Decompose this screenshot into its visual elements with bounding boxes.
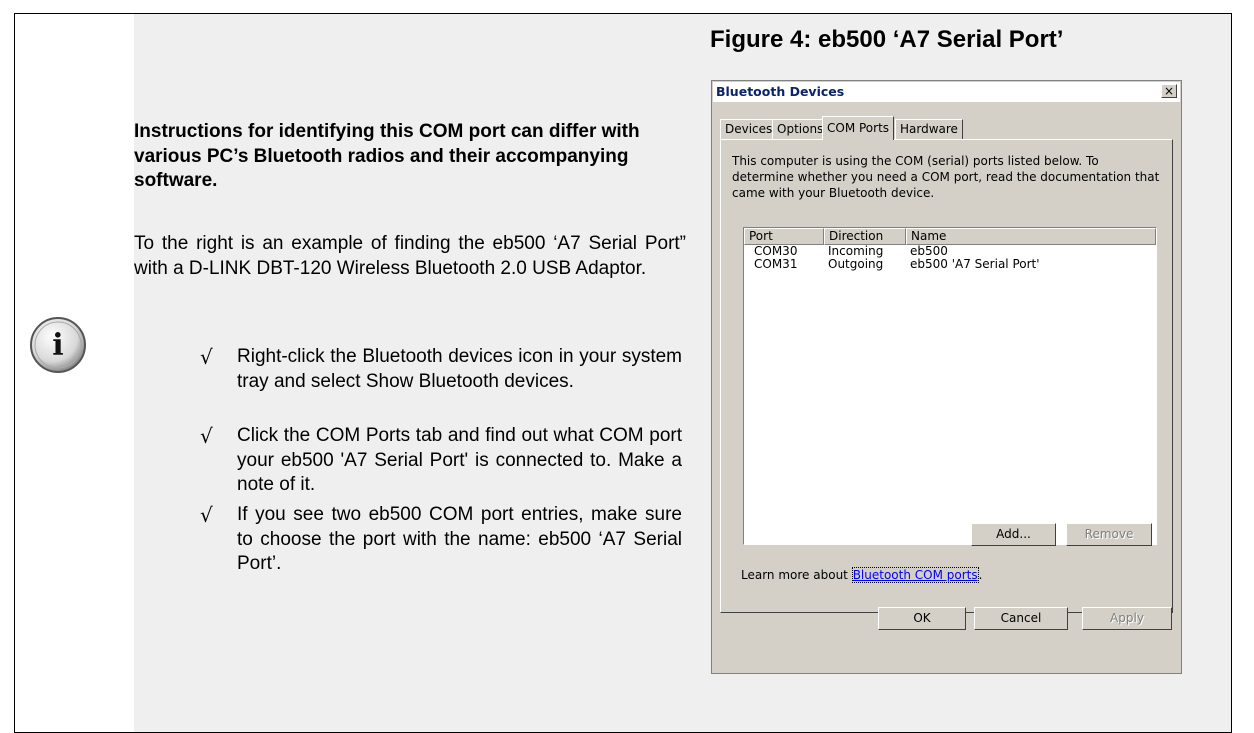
com-ports-description: This computer is using the COM (serial) …: [732, 154, 1160, 200]
tab-options[interactable]: Options: [772, 119, 829, 139]
bold-instructions: Instructions for identifying this COM po…: [134, 121, 640, 191]
ok-button[interactable]: OK: [878, 607, 966, 630]
learn-more-prefix: Learn more about: [741, 568, 852, 582]
remove-button[interactable]: Remove: [1066, 523, 1152, 546]
list-header: Port Direction Name: [744, 228, 1156, 245]
column-name[interactable]: Name: [906, 228, 1156, 245]
tab-devices[interactable]: Devices: [720, 119, 778, 139]
com-ports-list[interactable]: Port Direction Name COM30 Incoming eb500…: [743, 227, 1157, 545]
intro-paragraph: To the right is an example of finding th…: [134, 233, 686, 279]
step-text: Right-click the Bluetooth devices icon i…: [237, 346, 682, 392]
close-button[interactable]: ×: [1161, 84, 1177, 98]
list-row[interactable]: COM31 Outgoing eb500 'A7 Serial Port': [744, 258, 1156, 271]
add-button[interactable]: Add...: [971, 523, 1056, 546]
dialog-titlebar: Bluetooth Devices ×: [713, 82, 1180, 102]
bluetooth-com-ports-link[interactable]: Bluetooth COM ports: [851, 567, 979, 583]
cancel-button[interactable]: Cancel: [974, 607, 1068, 630]
dialog-title: Bluetooth Devices: [716, 84, 845, 99]
check-mark-icon: √: [200, 345, 213, 369]
check-mark-icon: √: [200, 424, 213, 448]
step-text: If you see two eb500 COM port entries, m…: [237, 504, 682, 574]
step-text: Click the COM Ports tab and find out wha…: [237, 425, 682, 495]
tab-hardware[interactable]: Hardware: [895, 119, 963, 139]
apply-button[interactable]: Apply: [1082, 607, 1172, 630]
direction-cell: Outgoing: [828, 257, 884, 271]
port-cell: COM31: [754, 257, 798, 271]
tab-com-ports[interactable]: COM Ports: [822, 116, 895, 140]
column-direction[interactable]: Direction: [824, 228, 906, 245]
info-icon-glyph: i: [52, 328, 63, 363]
figure-title: Figure 4: eb500 ‘A7 Serial Port’: [710, 26, 1064, 53]
learn-more-suffix: .: [978, 568, 983, 582]
info-icon: i: [30, 317, 86, 373]
learn-more-text: Learn more about Bluetooth COM ports.: [741, 567, 983, 583]
name-cell: eb500 'A7 Serial Port': [910, 257, 1040, 271]
column-port[interactable]: Port: [744, 228, 824, 245]
check-mark-icon: √: [200, 503, 213, 527]
bluetooth-devices-dialog: Bluetooth Devices × Devices Options COM …: [711, 80, 1182, 674]
